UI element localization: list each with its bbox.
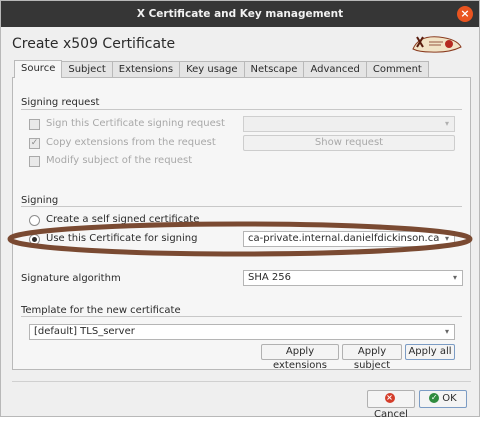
xca-logo-icon [412,36,462,53]
signing-ca-value: ca-private.internal.danielfdickinson.ca [248,233,440,244]
use-cert-label: Use this Certificate for signing [46,233,198,244]
signature-algorithm-label: Signature algorithm [21,273,121,284]
apply-all-button[interactable]: Apply all [405,344,455,360]
tab-extensions[interactable]: Extensions [111,61,181,78]
tab-bar: Source Subject Extensions Key usage Nets… [14,60,429,78]
self-signed-radio[interactable] [29,214,40,226]
chevron-down-icon: ▾ [452,273,457,282]
modify-subject-row[interactable]: Modify subject of the request [29,155,192,167]
cancel-icon: × [384,393,395,403]
template-select[interactable]: [default] TLS_server ▾ [29,324,455,340]
copy-extensions-label: Copy extensions from the request [46,137,216,148]
sign-csr-checkbox[interactable] [29,118,40,130]
dialog-window: X Certificate and Key management × Creat… [0,0,480,420]
copy-extensions-checkbox[interactable]: ✓ [29,137,40,149]
group-separator [21,206,462,207]
signing-title: Signing [21,195,59,206]
dialog-heading: Create x509 Certificate [12,36,176,52]
signing-ca-select[interactable]: ca-private.internal.danielfdickinson.ca … [243,231,455,247]
use-cert-row[interactable]: Use this Certificate for signing [29,233,197,245]
ok-label: OK [442,393,457,404]
apply-subject-button[interactable]: Apply subject [342,344,402,371]
self-signed-label: Create a self signed certificate [46,214,200,225]
tab-netscape[interactable]: Netscape [243,61,305,78]
signature-algorithm-value: SHA 256 [248,272,291,283]
self-signed-row[interactable]: Create a self signed certificate [29,214,199,226]
csr-select[interactable]: ▾ [243,116,455,132]
close-button[interactable]: × [457,6,473,22]
show-request-button[interactable]: Show request [243,135,455,151]
check-icon: ✓ [429,393,440,403]
footer-separator [12,381,471,382]
cancel-button[interactable]: × Cancel [367,390,415,420]
window-title: X Certificate and Key management [136,8,344,20]
title-bar: X Certificate and Key management × [1,1,479,27]
tab-advanced[interactable]: Advanced [303,61,367,78]
sign-csr-label: Sign this Certificate signing request [46,118,225,129]
template-value: [default] TLS_server [34,326,135,337]
template-title: Template for the new certificate [21,305,181,316]
signature-algorithm-select[interactable]: SHA 256 ▾ [243,270,463,286]
tab-subject[interactable]: Subject [61,61,113,78]
cancel-label: Cancel [374,409,408,420]
group-separator [21,109,462,110]
signing-request-title: Signing request [21,97,100,108]
chevron-down-icon: ▾ [444,119,449,128]
group-separator [21,316,462,317]
ok-button[interactable]: ✓ OK [419,390,467,408]
modify-subject-checkbox[interactable] [29,155,40,167]
source-tab-panel: Signing request Sign this Certificate si… [12,77,471,371]
tab-key-usage[interactable]: Key usage [179,61,245,78]
tab-comment[interactable]: Comment [365,61,429,78]
modify-subject-label: Modify subject of the request [46,155,193,166]
tab-source[interactable]: Source [14,60,63,78]
sign-csr-row[interactable]: Sign this Certificate signing request [29,118,225,130]
apply-extensions-button[interactable]: Apply extensions [261,344,339,371]
chevron-down-icon: ▾ [444,234,449,243]
use-cert-radio[interactable] [29,233,40,245]
copy-extensions-row[interactable]: ✓ Copy extensions from the request [29,137,216,149]
chevron-down-icon: ▾ [444,327,449,336]
